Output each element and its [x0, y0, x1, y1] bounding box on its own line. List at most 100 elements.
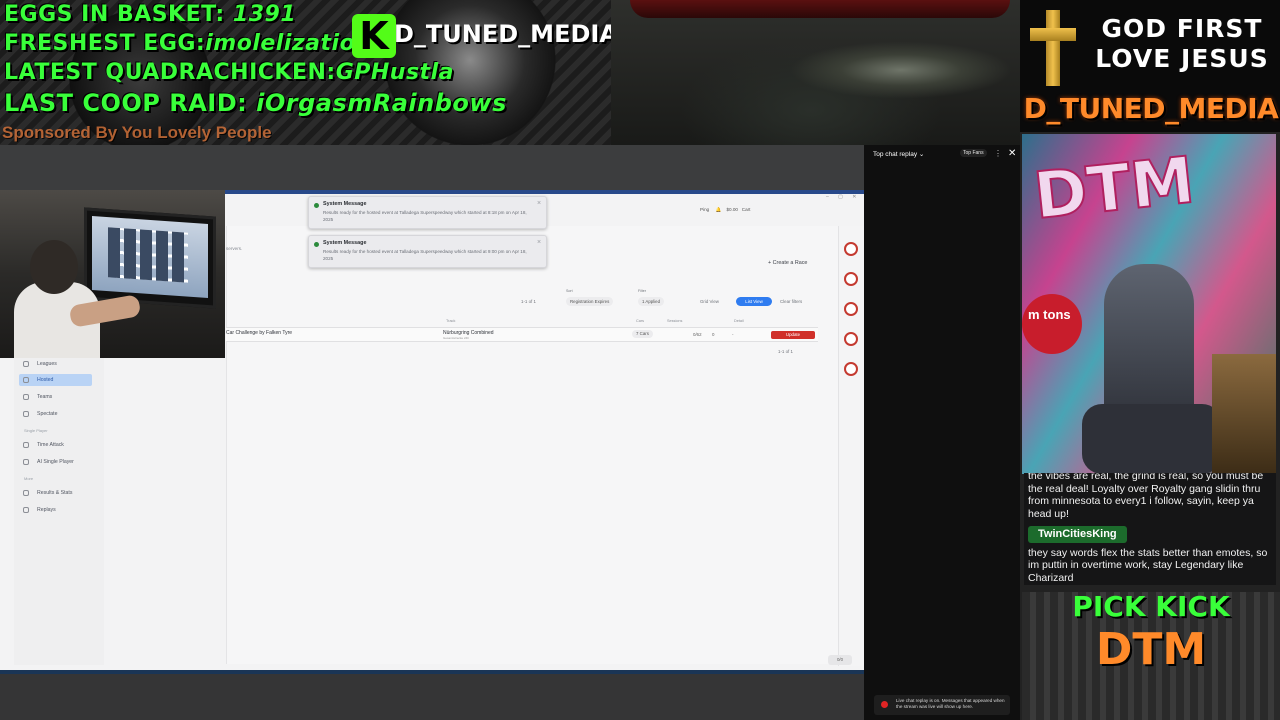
sponsor-text: Sponsored By You Lovely People [2, 123, 272, 142]
wall-art-logo: DTM [1030, 143, 1199, 235]
race-name[interactable]: Car Challenge by Falken Tyre [226, 330, 292, 336]
drivers-count: 0/62 [693, 332, 702, 337]
system-message-toast: System Message Results ready for the hos… [308, 235, 547, 268]
sidebar-item-label: Hosted [37, 377, 54, 383]
pick-kick-text: PICK KICK [1072, 590, 1230, 623]
system-message-toast: System Message Results ready for the hos… [308, 196, 547, 229]
sidebar-item-label: Replays [37, 507, 56, 513]
chat-overlay: the vibes are real, the grind is real, s… [1024, 473, 1276, 585]
toast-title: System Message [323, 240, 367, 246]
cross-icon [1030, 10, 1076, 86]
window-controls[interactable]: – ▢ ✕ [826, 194, 860, 200]
dtm-text: DTM [1095, 624, 1207, 675]
cart-label[interactable]: Cart [742, 207, 751, 212]
app-title-strip [225, 190, 864, 194]
quadra-label: LATEST QUADRACHICKEN: [4, 60, 336, 85]
top-fans-button[interactable]: Top Fans [960, 149, 987, 157]
close-icon[interactable]: × [537, 239, 541, 246]
pagination[interactable]: 1-1 of 1 [778, 349, 793, 354]
sidebar-item-label: Teams [37, 394, 53, 400]
chat-replay-panel: Top chat replay ⌄ Top Fans ⋮ ✕ Live chat… [864, 145, 1020, 720]
sidebar-item-replays[interactable]: Replays [23, 504, 56, 516]
screen-thumbnails-image [108, 227, 188, 283]
sidebar-item-spectate[interactable]: Spectate [23, 408, 57, 420]
update-button[interactable]: Update [771, 331, 815, 339]
sidebar-section-more: More [24, 476, 34, 481]
bed-frame-image [630, 0, 1010, 18]
toast-title: System Message [323, 201, 367, 207]
sidebar-item-teams[interactable]: Teams [23, 391, 52, 403]
close-icon[interactable]: × [537, 200, 541, 207]
hosted-icon [23, 377, 29, 383]
servers-text: servers. [226, 246, 243, 251]
desk-image [1212, 354, 1276, 474]
chat-message: the vibes are real, the grind is real, s… [1028, 473, 1264, 520]
sidebar-item-label: AI Single Player [37, 459, 74, 465]
sort-label: Sort [566, 289, 573, 293]
chat-replay-notice: Live chat replay is on. Messages that ap… [874, 695, 1010, 715]
gray-band-bottom [0, 674, 864, 720]
series-icon[interactable] [844, 272, 858, 286]
results-icon [23, 490, 29, 496]
filter-label: Filter [638, 289, 646, 293]
kick-logo-icon: K [352, 14, 396, 58]
series-icon[interactable] [844, 302, 858, 316]
sidebar-item-ai-single-player[interactable]: AI Single Player [23, 456, 74, 468]
bedroom-camera-feed [611, 0, 1020, 145]
series-icon[interactable] [844, 332, 858, 346]
cars-column-header: Cars [636, 319, 645, 323]
seat-base-image [1082, 404, 1222, 474]
room-camera-feed: DTM m tons [1022, 134, 1276, 474]
filter-dropdown[interactable]: 1 Applied [638, 297, 665, 306]
teams-icon [23, 394, 29, 400]
stream-layout: EGGS IN BASKET: 1391 FRESHEST EGG:imolel… [0, 0, 1280, 720]
result-count: 1-1 of 1 [521, 299, 536, 304]
chevron-down-icon: ⌄ [918, 151, 925, 158]
eggs-in-basket-line: EGGS IN BASKET: 1391 [4, 2, 296, 27]
racing-seat-image [1104, 264, 1194, 424]
chat-replay-title-label: Top chat replay [873, 151, 918, 158]
sort-dropdown[interactable]: Registration Expires [566, 297, 614, 306]
table-row[interactable] [226, 327, 818, 342]
live-indicator-icon [881, 701, 888, 708]
bell-icon[interactable]: 🔔 [716, 207, 722, 212]
freshest-egg-line: FRESHEST EGG:imolelizationn [4, 31, 388, 56]
success-icon [314, 203, 319, 208]
sidebar-item-label: Spectate [37, 411, 58, 417]
balance-label[interactable]: $0.00 [726, 207, 738, 212]
sidebar-item-label: Results & Stats [37, 490, 73, 496]
race-track-sub: Gesamtstrecke 24h [443, 336, 470, 340]
quadra-value: GPHustla [335, 60, 454, 85]
sidebar-item-leagues[interactable]: Leagues [23, 358, 57, 370]
leagues-icon [23, 361, 29, 367]
sessions-column-header: Sessions [667, 319, 683, 323]
create-race-button[interactable]: + Create a Race [768, 260, 807, 266]
series-icon[interactable] [844, 242, 858, 256]
chat-replay-title[interactable]: Top chat replay ⌄ [873, 150, 924, 158]
replay-icon [23, 507, 29, 513]
spectate-icon [23, 411, 29, 417]
sidebar-item-label: Leagues [37, 361, 57, 367]
sidebar-item-time-attack[interactable]: Time Attack [23, 439, 64, 451]
sidebar-item-results-stats[interactable]: Results & Stats [23, 487, 72, 499]
sidebar-item-label: Time Attack [37, 442, 64, 448]
close-icon[interactable]: ✕ [1008, 148, 1016, 159]
gray-band-top [0, 145, 864, 190]
right-icon-rail [838, 226, 864, 666]
cars-badge[interactable]: 7 Cars [632, 330, 653, 338]
series-icon[interactable] [844, 362, 858, 376]
track-column-header: Track [446, 319, 456, 323]
more-menu-icon[interactable]: ⋮ [994, 149, 1002, 158]
footer-badge[interactable]: 0/0 [828, 655, 852, 665]
clear-filters-button[interactable]: Clear filters [780, 299, 802, 304]
app-header-bar: Ping 🔔 $0.00 Cart [700, 207, 750, 213]
list-view-button[interactable]: List View [736, 297, 772, 306]
success-icon [314, 242, 319, 247]
brand-name-right: D_TUNED_MEDIA [1023, 92, 1279, 125]
sidebar-item-hosted[interactable]: Hosted [19, 374, 92, 386]
chat-message: they say words flex the stats better tha… [1028, 546, 1268, 584]
grid-view-button[interactable]: Grid View [700, 299, 719, 304]
freshest-label: FRESHEST EGG: [4, 31, 206, 56]
toast-body: Results ready for the hosted event at Ta… [323, 210, 527, 222]
sidebar-section-single-player: Single Player [24, 428, 48, 433]
